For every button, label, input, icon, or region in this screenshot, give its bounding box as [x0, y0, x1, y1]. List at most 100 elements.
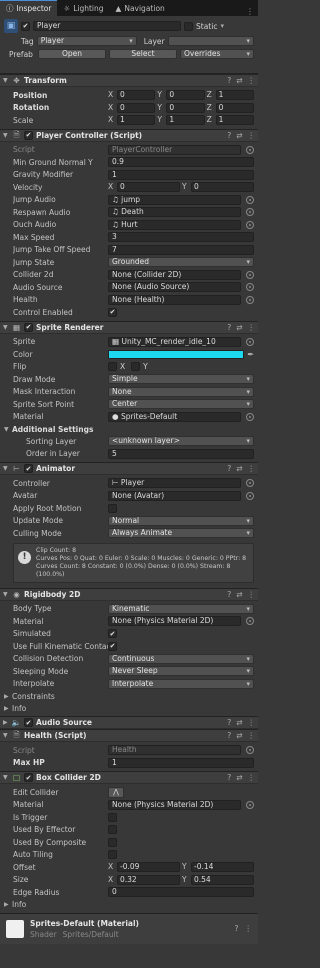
object-picker-icon[interactable]: [246, 746, 254, 755]
rb-material-field[interactable]: None (Physics Material 2D): [108, 616, 241, 627]
expand-arrow-icon[interactable]: ▼: [3, 132, 9, 139]
mask-interaction-dropdown[interactable]: None: [108, 386, 254, 397]
preset-icon[interactable]: ⇄: [236, 718, 242, 727]
used-by-composite-checkbox[interactable]: [108, 837, 117, 847]
scale-z-field[interactable]: 1: [215, 115, 254, 126]
expand-arrow-icon[interactable]: ▼: [3, 77, 9, 84]
ouch-audio-field[interactable]: ♫ Hurt: [108, 219, 241, 230]
menu-icon[interactable]: ⋮: [245, 924, 253, 933]
position-z-field[interactable]: 1: [215, 90, 254, 101]
menu-icon[interactable]: ⋮: [248, 323, 256, 332]
auto-tiling-checkbox[interactable]: [108, 850, 117, 860]
tag-dropdown[interactable]: Player: [36, 36, 137, 46]
collapsed-arrow-icon[interactable]: ▶: [4, 693, 12, 700]
menu-icon[interactable]: ⋮: [248, 464, 256, 473]
object-picker-icon[interactable]: [246, 491, 254, 500]
size-x-field[interactable]: 0.32: [117, 874, 180, 885]
edge-radius-field[interactable]: 0: [108, 887, 254, 898]
bc-info-foldout[interactable]: ▶ Info: [0, 899, 258, 911]
rotation-y-field[interactable]: 0: [166, 102, 205, 113]
object-picker-icon[interactable]: [246, 617, 254, 626]
object-picker-icon[interactable]: [246, 479, 254, 488]
max-hp-field[interactable]: 1: [108, 757, 254, 768]
static-dropdown-icon[interactable]: ▾: [220, 22, 224, 30]
sort-point-dropdown[interactable]: Center: [108, 399, 254, 410]
jump-state-dropdown[interactable]: Grounded: [108, 257, 254, 268]
preset-icon[interactable]: ⇄: [236, 773, 242, 782]
tab-lighting[interactable]: ☼ Lighting: [57, 0, 109, 16]
scale-y-field[interactable]: 1: [166, 115, 205, 126]
active-checkbox[interactable]: ✔: [21, 21, 30, 31]
menu-icon[interactable]: ⋮: [248, 773, 256, 782]
help-icon[interactable]: ?: [235, 924, 239, 933]
collider-field[interactable]: None (Collider 2D): [108, 269, 241, 280]
offset-y-field[interactable]: -0.14: [191, 862, 254, 873]
scale-x-field[interactable]: 1: [117, 115, 156, 126]
audio-source-header[interactable]: ▶ 🔈 ✔ Audio Source ? ⇄ ⋮: [0, 716, 258, 729]
interpolate-dropdown[interactable]: Interpolate: [108, 678, 254, 689]
rb-info-foldout[interactable]: ▶ Info: [0, 702, 258, 714]
menu-icon[interactable]: ⋮: [248, 76, 256, 85]
layer-dropdown[interactable]: [167, 36, 254, 46]
preset-icon[interactable]: ⇄: [236, 131, 242, 140]
more-icon[interactable]: ⋮: [246, 7, 258, 16]
help-icon[interactable]: ?: [227, 131, 231, 140]
update-mode-dropdown[interactable]: Normal: [108, 515, 254, 526]
tab-inspector[interactable]: ⓘ Inspector: [0, 0, 58, 16]
prefab-open-button[interactable]: Open: [38, 49, 106, 59]
sprite-field[interactable]: ▦ Unity_MC_render_idle_10: [108, 336, 241, 347]
root-motion-checkbox[interactable]: [108, 503, 117, 513]
preset-icon[interactable]: ⇄: [236, 76, 242, 85]
control-enabled-checkbox[interactable]: ✔: [108, 307, 117, 317]
object-picker-icon[interactable]: [246, 412, 254, 421]
expand-arrow-icon[interactable]: ▼: [3, 774, 9, 781]
object-picker-icon[interactable]: [246, 195, 254, 204]
order-in-layer-field[interactable]: 5: [108, 448, 254, 459]
object-name-field[interactable]: Player: [33, 21, 181, 31]
player-controller-enabled-checkbox[interactable]: ✔: [24, 130, 33, 140]
player-controller-header[interactable]: ▼ 🗎 ✔ Player Controller (Script) ? ⇄ ⋮: [0, 128, 258, 142]
preset-icon[interactable]: ⇄: [236, 323, 242, 332]
rigidbody-header[interactable]: ▼ ◉ Rigidbody 2D ? ⇄ ⋮: [0, 587, 258, 601]
help-icon[interactable]: ?: [227, 464, 231, 473]
object-picker-icon[interactable]: [246, 800, 254, 809]
additional-settings-foldout[interactable]: ▼ Additional Settings: [0, 423, 258, 435]
max-speed-field[interactable]: 3: [108, 232, 254, 243]
tab-navigation[interactable]: ▲ Navigation: [110, 0, 171, 16]
object-picker-icon[interactable]: [246, 337, 254, 346]
preset-icon[interactable]: ⇄: [236, 464, 242, 473]
health-field[interactable]: None (Health): [108, 294, 241, 305]
min-ground-field[interactable]: 0.9: [108, 157, 254, 168]
body-type-dropdown[interactable]: Kinematic: [108, 603, 254, 614]
is-trigger-checkbox[interactable]: [108, 812, 117, 822]
preset-icon[interactable]: ⇄: [236, 590, 242, 599]
object-picker-icon[interactable]: [246, 145, 254, 154]
transform-header[interactable]: ▼ ✥ Transform ? ⇄ ⋮: [0, 74, 258, 87]
menu-icon[interactable]: ⋮: [248, 131, 256, 140]
edit-collider-button[interactable]: ⋀: [108, 786, 124, 798]
color-swatch[interactable]: [108, 349, 245, 359]
audio-source-enabled-checkbox[interactable]: ✔: [24, 718, 33, 727]
draw-mode-dropdown[interactable]: Simple: [108, 374, 254, 385]
help-icon[interactable]: ?: [227, 773, 231, 782]
menu-icon[interactable]: ⋮: [248, 731, 256, 740]
menu-icon[interactable]: ⋮: [248, 590, 256, 599]
box-collider-header[interactable]: ▼ □ ✔ Box Collider 2D ? ⇄ ⋮: [0, 771, 258, 784]
prefab-select-button[interactable]: Select: [109, 49, 177, 59]
sprite-renderer-enabled-checkbox[interactable]: ✔: [24, 322, 33, 332]
sprite-renderer-header[interactable]: ▼ ▦ ✔ Sprite Renderer ? ⇄ ⋮: [0, 320, 258, 334]
size-y-field[interactable]: 0.54: [191, 874, 254, 885]
prefab-overrides-dropdown[interactable]: Overrides: [180, 49, 254, 59]
collision-detection-dropdown[interactable]: Continuous: [108, 653, 254, 664]
position-y-field[interactable]: 0: [166, 90, 205, 101]
object-picker-icon[interactable]: [246, 220, 254, 229]
bc-material-field[interactable]: None (Physics Material 2D): [108, 799, 241, 810]
rotation-x-field[interactable]: 0: [117, 102, 156, 113]
offset-x-field[interactable]: -0.09: [117, 862, 180, 873]
position-x-field[interactable]: 0: [117, 90, 156, 101]
animator-header[interactable]: ▼ ⊢ ✔ Animator ? ⇄ ⋮: [0, 462, 258, 475]
avatar-field[interactable]: None (Avatar): [108, 490, 241, 501]
help-icon[interactable]: ?: [227, 718, 231, 727]
help-icon[interactable]: ?: [227, 76, 231, 85]
audio-source-field[interactable]: None (Audio Source): [108, 282, 241, 293]
